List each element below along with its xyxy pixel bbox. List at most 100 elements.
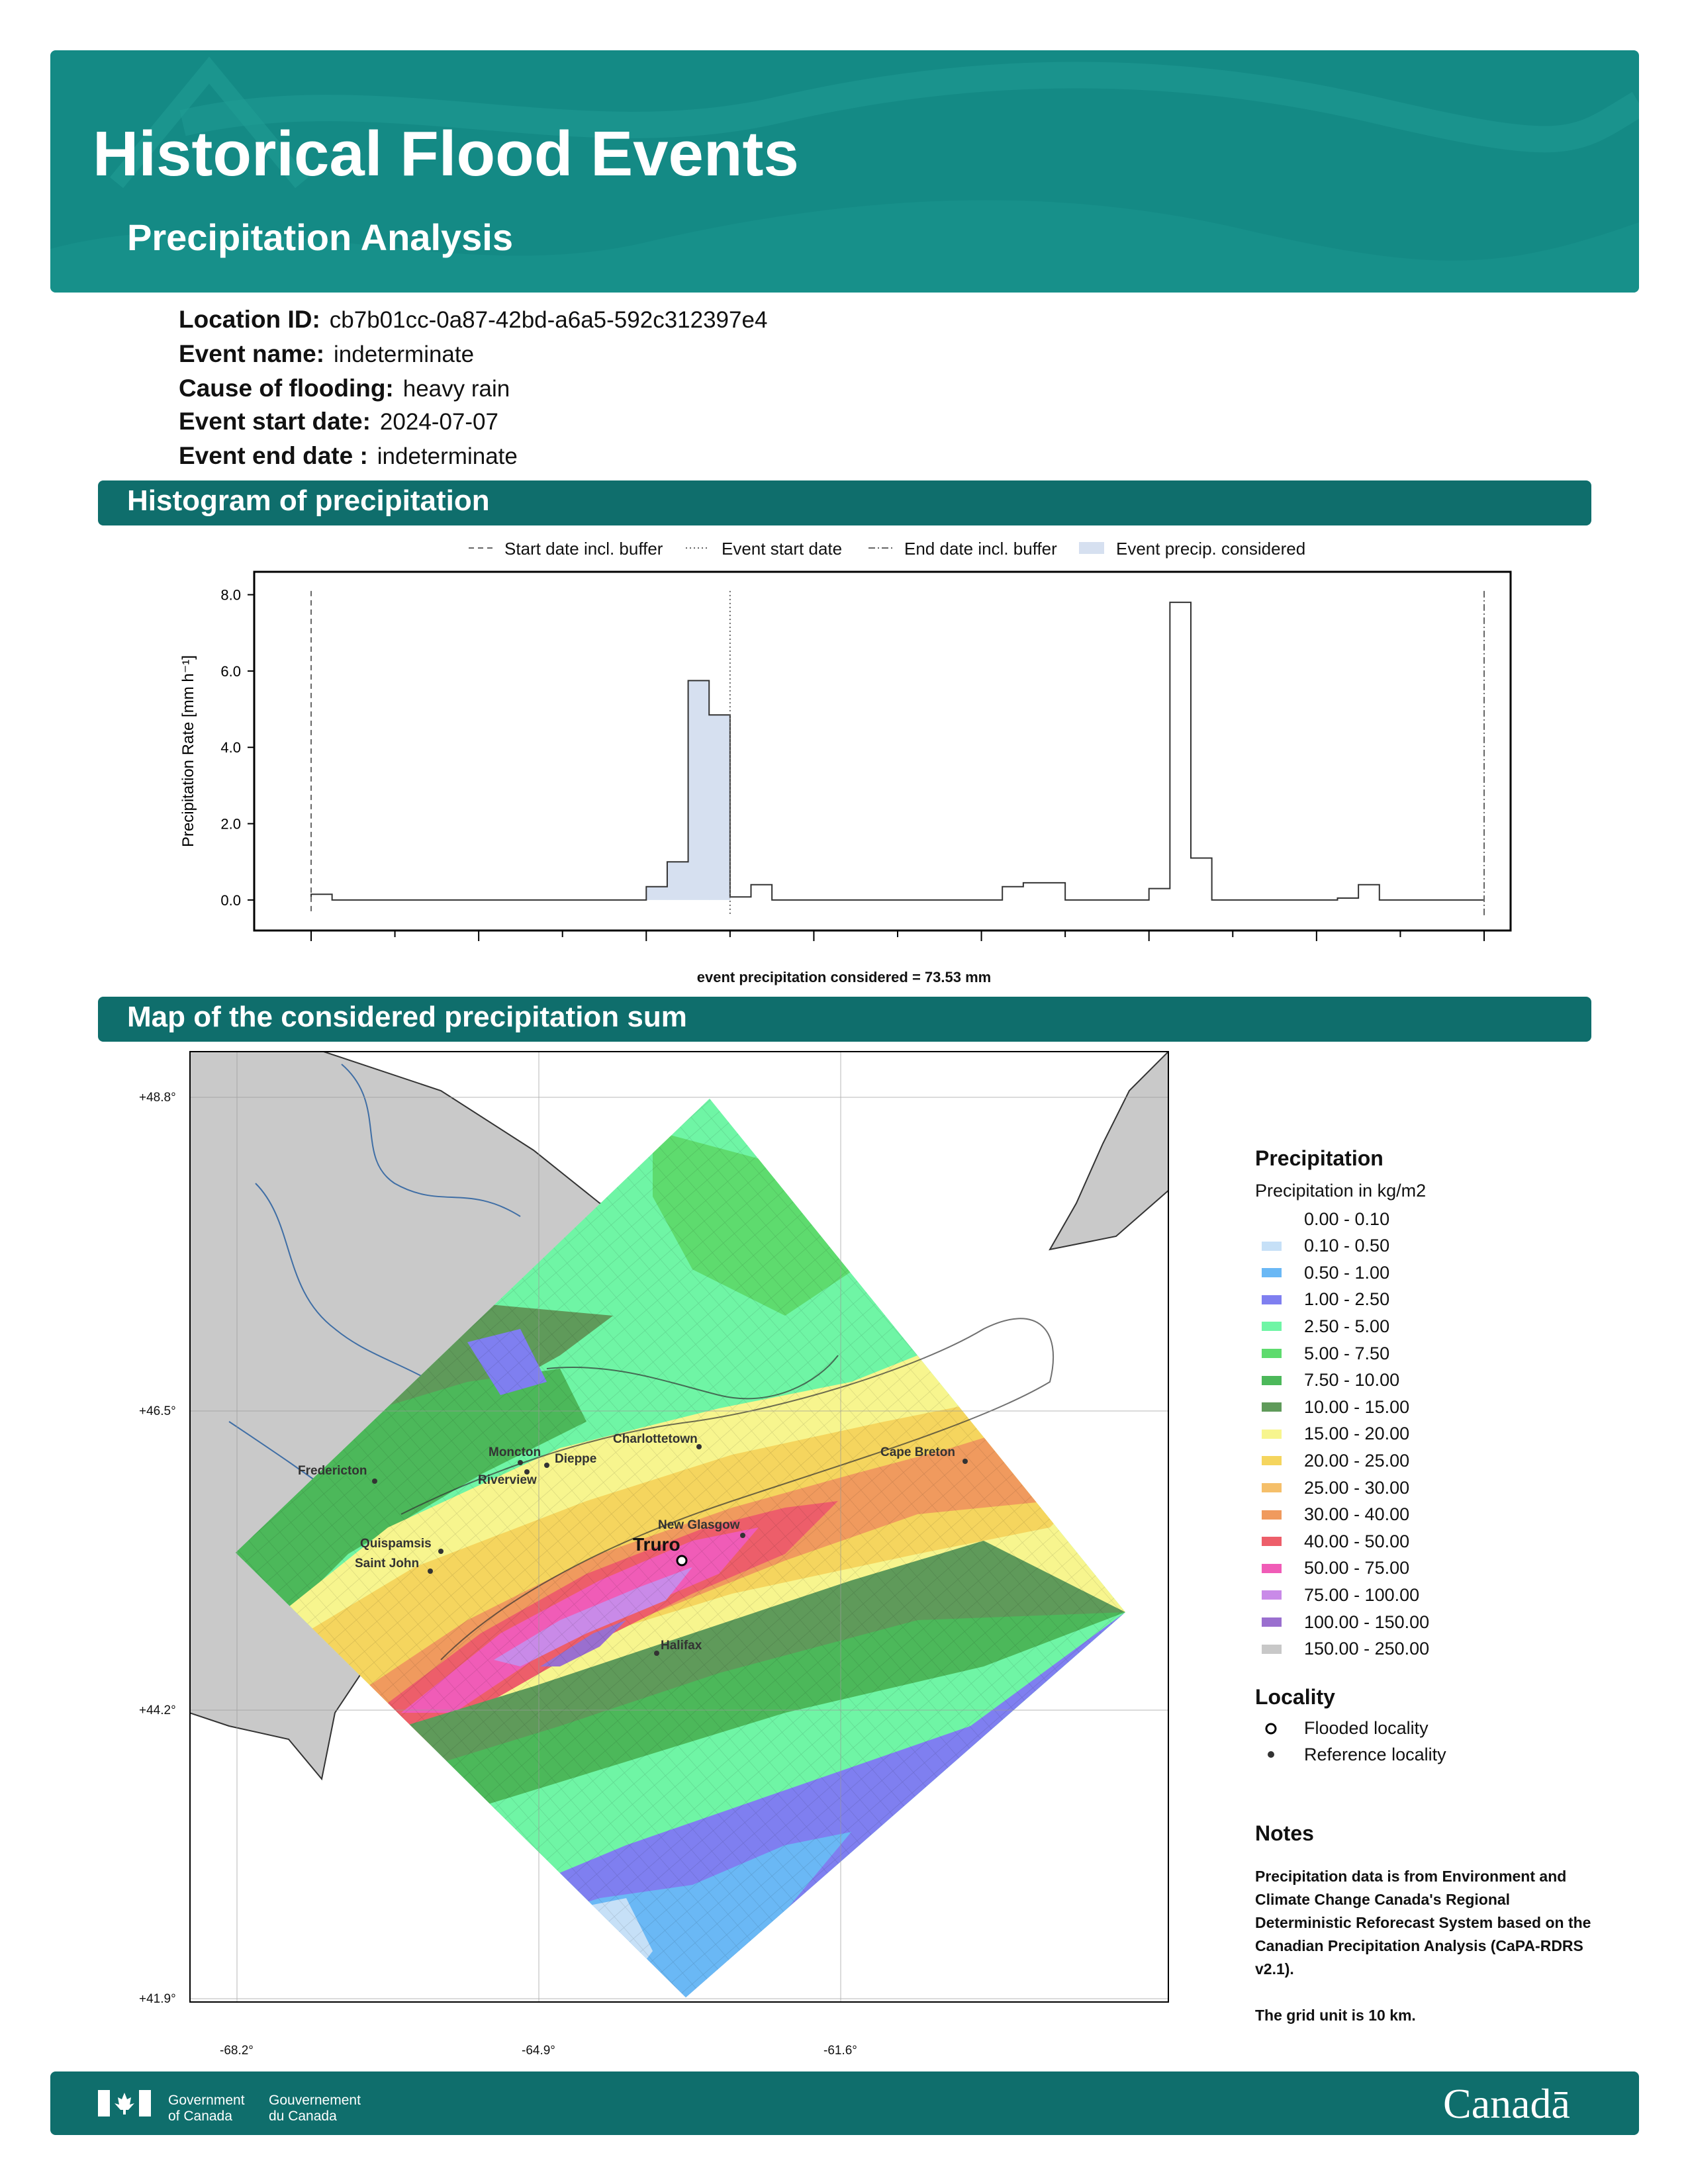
legend-end-buffer: End date incl. buffer [904, 539, 1057, 559]
legend-subtitle: Precipitation in kg/m2 [1255, 1181, 1427, 1201]
legend-swatch [1262, 1590, 1282, 1600]
city-new-glasgow: New Glasgow [658, 1518, 740, 1532]
y-tick-label: 8.0 [220, 587, 241, 604]
legend-class-item: 1.00 - 2.50 [1255, 1289, 1389, 1310]
event-precip-bar [709, 715, 731, 900]
legend-swatch [1262, 1537, 1282, 1547]
info-event-name: Event name: indeterminate [179, 340, 475, 367]
legend-class-item: 15.00 - 20.00 [1255, 1424, 1409, 1445]
legend-swatch [1262, 1241, 1282, 1251]
page-subtitle: Precipitation Analysis [127, 216, 513, 258]
lon-label: -61.6° [823, 2044, 857, 2058]
legend-class-item: 150.00 - 250.00 [1255, 1639, 1429, 1660]
gov-fr: Gouvernement du Canada [269, 2093, 361, 2124]
city-fredericton: Fredericton [298, 1464, 367, 1478]
legend-swatch [1262, 1456, 1282, 1466]
legend-swatch [1262, 1214, 1282, 1224]
city-truro: Truro [633, 1534, 680, 1555]
reference-locality-icon [1268, 1751, 1274, 1758]
legend-class-label: 0.00 - 0.10 [1304, 1208, 1390, 1229]
info-location: Location ID: cb7b01cc-0a87-42bd-a6a5-592c… [179, 306, 768, 333]
city-quispamsis: Quispamsis [360, 1537, 432, 1551]
legend-class-item: 5.00 - 7.50 [1255, 1343, 1389, 1364]
locality-icons [1265, 1723, 1277, 1758]
city-saint-john: Saint John [355, 1557, 419, 1570]
legend-class-item: 10.00 - 15.00 [1255, 1396, 1409, 1418]
legend-class-label: 7.50 - 10.00 [1304, 1370, 1400, 1390]
histogram-caption: event precipitation considered = 73.53 m… [696, 969, 992, 985]
city-riverview: Riverview [478, 1473, 537, 1487]
legend-title: Precipitation [1255, 1146, 1383, 1170]
legend-class-item: 75.00 - 100.00 [1255, 1584, 1419, 1606]
legend-swatch [1262, 1644, 1282, 1654]
legend-class-label: 50.00 - 75.00 [1304, 1558, 1410, 1578]
legend-swatch [1262, 1375, 1282, 1385]
event-precip-bar [688, 680, 710, 900]
y-tick-label: 2.0 [220, 816, 241, 833]
event-precip-bar [667, 862, 689, 900]
legend-class-item: 50.00 - 75.00 [1255, 1558, 1409, 1579]
flooded-locality-marker [676, 1555, 688, 1567]
lon-label: -64.9° [522, 2044, 555, 2058]
map-section-title: Map of the considered precipitation sum [127, 1001, 687, 1033]
legend-swatch [1262, 1510, 1282, 1520]
legend-event-start: Event start date [722, 539, 843, 559]
x-ticks [310, 931, 1485, 941]
legend-class-item: 20.00 - 25.00 [1255, 1450, 1409, 1471]
y-tick-label: 4.0 [220, 739, 241, 756]
event-precip-bar [646, 886, 668, 900]
info-cause: Cause of flooding: heavy rain [179, 375, 510, 402]
legend-class-label: 75.00 - 100.00 [1304, 1584, 1420, 1605]
city-halifax: Halifax [661, 1639, 702, 1653]
city-cape-breton: Cape Breton [880, 1445, 955, 1459]
y-tick-label: 6.0 [220, 663, 241, 680]
locality-title: Locality [1255, 1685, 1335, 1709]
locality-flooded: Flooded locality [1304, 1718, 1429, 1738]
lat-label: +44.2° [139, 1704, 176, 1717]
gov-en: Government of Canada [168, 2093, 245, 2124]
histogram-step-line [310, 602, 1484, 901]
notes-body: Precipitation data is from Environment a… [1255, 1865, 1599, 2027]
legend-class-label: 0.10 - 0.50 [1304, 1236, 1390, 1256]
city-dieppe: Dieppe [555, 1452, 596, 1466]
city-charlottetown: Charlottetown [613, 1432, 698, 1446]
legend-class-item: 7.50 - 10.00 [1255, 1370, 1399, 1391]
legend-class-item: 0.50 - 1.00 [1255, 1262, 1389, 1283]
precipitation-histogram: 0.0 2.0 4.0 6.0 8.0 Precipitation Rate [mm h… [179, 570, 1512, 941]
info-end-date: Event end date : indeterminate [179, 442, 518, 469]
legend-event-precip: Event precip. considered [1116, 539, 1306, 559]
locality-reference: Reference locality [1304, 1745, 1446, 1764]
legend-swatch [1262, 1322, 1282, 1332]
legend-swatch [1262, 1349, 1282, 1358]
precipitation-map: Fredericton Moncton Dieppe Riverview Cha… [189, 1051, 1169, 2003]
canada-wordmark: Canadā [1443, 2080, 1570, 2127]
legend-class-label: 100.00 - 150.00 [1304, 1612, 1430, 1632]
lon-label: -68.2° [220, 2044, 254, 2058]
y-axis-label: Precipitation Rate [mm h⁻¹] [179, 655, 197, 847]
legend-class-item: 0.00 - 0.10 [1255, 1208, 1389, 1230]
legend-swatch [1262, 1268, 1282, 1278]
plot-frame [253, 570, 1512, 932]
notes-grid-unit: The grid unit is 10 km. [1255, 2007, 1416, 2024]
info-start-date: Event start date: 2024-07-07 [179, 408, 498, 435]
legend-class-label: 15.00 - 20.00 [1304, 1424, 1410, 1444]
legend-class-item: 30.00 - 40.00 [1255, 1504, 1409, 1525]
legend-swatch [1262, 1402, 1282, 1412]
legend-class-label: 5.00 - 7.50 [1304, 1343, 1390, 1363]
legend-class-label: 30.00 - 40.00 [1304, 1504, 1410, 1525]
legend-swatch [1262, 1617, 1282, 1627]
y-ticks: 0.0 2.0 4.0 6.0 8.0 [220, 587, 254, 909]
legend-class-item: 0.10 - 0.50 [1255, 1236, 1389, 1257]
legend-class-item: 2.50 - 5.00 [1255, 1316, 1389, 1337]
canada-flag-icon [98, 2090, 151, 2116]
legend-class-item: 100.00 - 150.00 [1255, 1612, 1429, 1633]
histogram-section-title: Histogram of precipitation [127, 484, 490, 517]
legend-class-label: 0.50 - 1.00 [1304, 1262, 1390, 1283]
legend-class-label: 20.00 - 25.00 [1304, 1450, 1410, 1471]
legend-class-item: 40.00 - 50.00 [1255, 1531, 1409, 1552]
legend-swatch [1262, 1563, 1282, 1573]
lat-label: +41.9° [139, 1992, 176, 2006]
lat-label: +46.5° [139, 1404, 176, 1418]
date-markers [310, 590, 1485, 915]
legend-class-label: 25.00 - 30.00 [1304, 1477, 1410, 1498]
